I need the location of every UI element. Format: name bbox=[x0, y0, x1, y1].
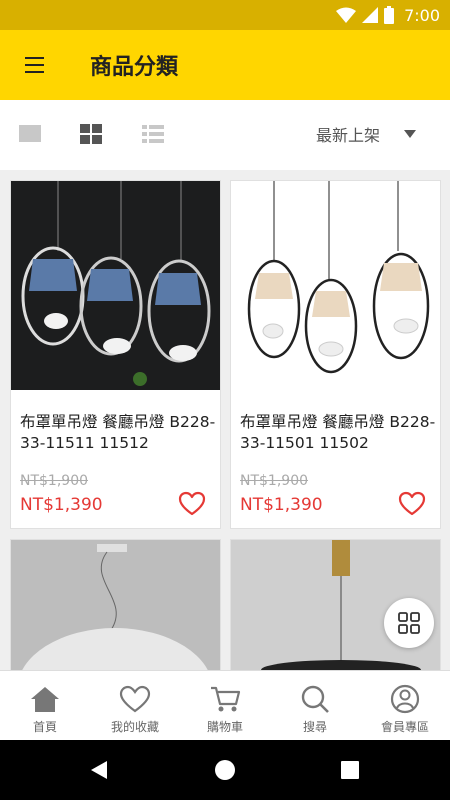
cart-icon bbox=[211, 686, 241, 712]
nav-label: 購物車 bbox=[206, 720, 243, 734]
status-icons: 7:00 bbox=[336, 5, 440, 25]
search-icon bbox=[301, 685, 329, 713]
product-name[interactable]: 布罩單吊燈 餐廳吊燈 B228-33-11511 11512 bbox=[20, 412, 216, 454]
system-nav-bar bbox=[0, 740, 450, 800]
nav-item-search[interactable]: 搜尋 bbox=[270, 671, 360, 740]
product-image[interactable] bbox=[11, 181, 220, 390]
nav-item-cart[interactable]: 購物車 bbox=[180, 671, 270, 740]
heart-icon bbox=[398, 491, 426, 516]
hamburger-menu-icon bbox=[25, 57, 44, 73]
status-time: 7:00 bbox=[404, 5, 440, 25]
home-circle-icon[interactable] bbox=[214, 759, 236, 781]
bottom-nav: 首頁 我的收藏 購物車 搜尋 會員專區 bbox=[0, 670, 450, 740]
product-price: NT$1,390 bbox=[20, 495, 103, 515]
list-view-button[interactable] bbox=[142, 124, 166, 146]
favorite-button[interactable] bbox=[398, 491, 426, 517]
wifi-icon bbox=[336, 7, 357, 23]
heart-icon bbox=[178, 491, 206, 516]
menu-button[interactable] bbox=[20, 52, 50, 78]
category-fab-button[interactable] bbox=[384, 598, 434, 648]
battery-icon bbox=[384, 6, 395, 24]
list-view-icon bbox=[142, 125, 164, 143]
view-toolbar: 最新上架 bbox=[0, 100, 450, 170]
nav-item-favorites[interactable]: 我的收藏 bbox=[90, 671, 180, 740]
heart-icon bbox=[119, 685, 151, 713]
pendant-lamps-dark-image bbox=[11, 181, 220, 390]
grid-apps-icon bbox=[398, 612, 420, 634]
favorite-button[interactable] bbox=[178, 491, 206, 517]
grid-view-icon bbox=[80, 124, 102, 144]
nav-item-home[interactable]: 首頁 bbox=[0, 671, 90, 740]
product-original-price: NT$1,900 bbox=[240, 473, 309, 489]
product-image[interactable] bbox=[11, 540, 220, 670]
status-bar: 7:00 bbox=[0, 0, 450, 30]
single-view-icon bbox=[19, 125, 41, 142]
grid-view-button[interactable] bbox=[80, 124, 104, 146]
home-icon bbox=[31, 687, 59, 712]
page-title: 商品分類 bbox=[90, 55, 179, 80]
signal-icon bbox=[362, 7, 379, 23]
nav-label: 首頁 bbox=[32, 720, 57, 734]
user-icon bbox=[390, 684, 420, 714]
product-image[interactable] bbox=[231, 181, 440, 390]
back-icon[interactable] bbox=[88, 759, 110, 781]
product-name[interactable]: 布罩單吊燈 餐廳吊燈 B228-33-11501 11502 bbox=[240, 412, 436, 454]
recents-icon[interactable] bbox=[340, 760, 360, 780]
product-card[interactable]: 布罩單吊燈 餐廳吊燈 B228-33-11511 11512 NT$1,900 … bbox=[10, 180, 221, 529]
pendant-lamps-white-image bbox=[231, 181, 440, 390]
app-bar: 商品分類 bbox=[0, 30, 450, 100]
nav-label: 我的收藏 bbox=[110, 720, 159, 734]
product-card[interactable]: 布罩單吊燈 餐廳吊燈 B228-33-11501 11502 NT$1,900 … bbox=[230, 180, 441, 529]
product-grid: 布罩單吊燈 餐廳吊燈 B228-33-11511 11512 NT$1,900 … bbox=[0, 170, 450, 670]
product-original-price: NT$1,900 bbox=[20, 473, 89, 489]
sort-dropdown[interactable]: 最新上架 bbox=[316, 122, 417, 146]
globe-pendant-image bbox=[11, 540, 220, 670]
sort-label: 最新上架 bbox=[316, 126, 381, 145]
dropdown-arrow-icon bbox=[404, 130, 417, 138]
product-price: NT$1,390 bbox=[240, 495, 323, 515]
nav-label: 會員專區 bbox=[380, 720, 429, 734]
nav-item-member[interactable]: 會員專區 bbox=[360, 671, 450, 740]
nav-label: 搜尋 bbox=[302, 720, 327, 734]
single-view-button[interactable] bbox=[19, 124, 43, 146]
product-card[interactable] bbox=[10, 539, 221, 670]
